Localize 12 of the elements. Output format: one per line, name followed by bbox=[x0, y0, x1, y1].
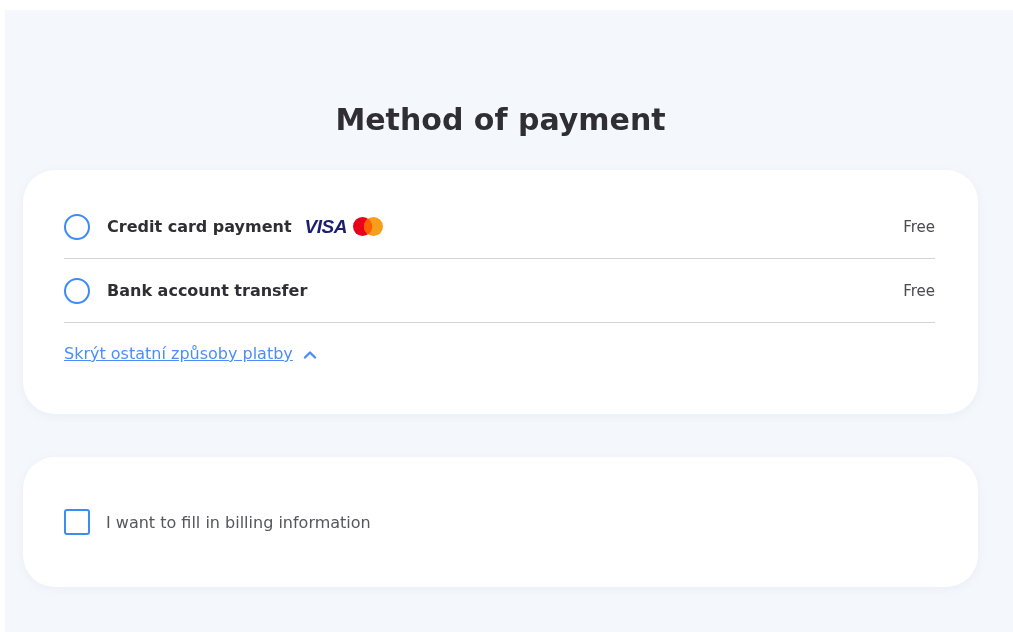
visa-logo: VISA bbox=[304, 215, 347, 238]
checkbox[interactable] bbox=[64, 509, 90, 535]
toggle-link[interactable]: Skrýt ostatní způsoby platby bbox=[64, 344, 317, 363]
mastercard-logo bbox=[352, 217, 383, 236]
radio-button[interactable] bbox=[64, 277, 90, 304]
method-price: Free bbox=[903, 217, 935, 236]
method-label: Credit card payment bbox=[107, 217, 292, 236]
checkbox-label: I want to fill in billing information bbox=[106, 512, 371, 532]
method-label: Bank account transfer bbox=[107, 281, 308, 300]
radio-button[interactable] bbox=[64, 213, 90, 240]
page-title: Method of payment bbox=[334, 101, 667, 139]
method-price: Free bbox=[903, 281, 935, 300]
